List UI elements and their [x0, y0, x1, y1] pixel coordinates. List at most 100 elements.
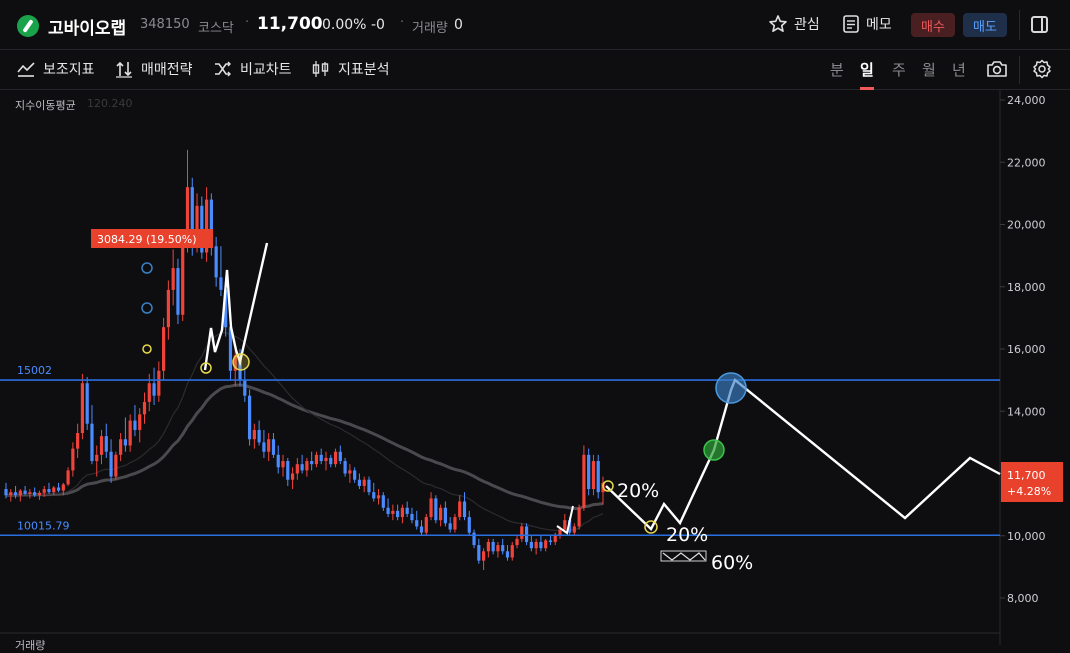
- candle-body: [152, 383, 156, 396]
- candle-body: [243, 380, 247, 396]
- candle-body: [157, 370, 161, 396]
- candle-body: [305, 461, 309, 471]
- candle-body: [128, 420, 132, 446]
- candle-body: [147, 383, 151, 402]
- candle-body: [343, 461, 347, 474]
- toolbar-divider: [1019, 56, 1020, 84]
- volume-value: 0: [454, 17, 463, 33]
- compare-label: 비교차트: [240, 62, 292, 78]
- candle-body: [52, 487, 56, 493]
- candle-body: [563, 520, 567, 530]
- stock-code: 348150: [140, 17, 190, 32]
- strategy-button[interactable]: 매매전략: [114, 59, 193, 79]
- candle-body: [482, 551, 486, 561]
- ema-long-line: [5, 383, 604, 510]
- memo-button[interactable]: 메모: [842, 14, 892, 34]
- candle-body: [587, 454, 591, 490]
- candle-body: [37, 492, 42, 496]
- candle-body: [95, 454, 99, 462]
- marker-circle: [141, 262, 153, 274]
- last-price-label: 11,700: [1007, 469, 1046, 482]
- side-panel-icon[interactable]: [1031, 16, 1048, 33]
- candle-body: [310, 461, 314, 465]
- candle-body: [529, 541, 533, 549]
- compare-button[interactable]: 비교차트: [213, 59, 292, 79]
- candle-body: [267, 439, 271, 452]
- candle-body: [247, 395, 252, 440]
- indicator-chart-icon: [17, 62, 35, 77]
- candle-body: [367, 479, 371, 493]
- candle-body: [123, 439, 127, 446]
- candle-body: [448, 523, 452, 530]
- volume-panel-label: 거래량: [15, 639, 46, 652]
- candle-body: [262, 442, 266, 452]
- timeframe-day[interactable]: 일: [860, 59, 874, 80]
- target-circle: [715, 372, 747, 404]
- price-chart[interactable]: 24,00022,00020,00018,00016,00014,00012,0…: [0, 90, 1070, 645]
- shuffle-icon: [215, 61, 231, 77]
- candle-body: [577, 507, 581, 527]
- volume-label: 거래량: [412, 21, 448, 36]
- sell-button[interactable]: 매도: [963, 13, 1007, 37]
- candle-body: [18, 490, 22, 496]
- candle-body: [496, 545, 500, 552]
- candle-body: [453, 517, 457, 530]
- candle-body: [181, 240, 185, 315]
- candle-body: [539, 541, 543, 549]
- current-price: 11,700: [257, 14, 323, 34]
- candle-body: [362, 479, 366, 486]
- last-change-label: +4.28%: [1007, 485, 1051, 498]
- candle-body: [119, 439, 123, 455]
- separator-dot: ·: [245, 15, 250, 30]
- y-tick-label: 8,000: [1007, 592, 1039, 605]
- level-label: 10015.79: [17, 519, 70, 532]
- candle-body: [286, 461, 290, 480]
- percent-annotation: 20%: [666, 524, 708, 546]
- candle-body: [491, 541, 495, 552]
- candle-body: [47, 489, 51, 493]
- candle-body: [477, 545, 481, 561]
- buy-button[interactable]: 매수: [911, 13, 955, 37]
- candle-body: [142, 401, 147, 415]
- timeframe-minute[interactable]: 분: [830, 59, 844, 80]
- candle-body: [357, 479, 362, 486]
- candle-body: [544, 540, 548, 549]
- candle-body: [80, 383, 85, 434]
- timeframe-week[interactable]: 주: [892, 59, 906, 80]
- candle-body: [386, 507, 390, 514]
- projection-line: [605, 378, 1001, 531]
- memo-label: 메모: [866, 17, 892, 33]
- watchlist-button[interactable]: 관심: [768, 14, 820, 34]
- candle-body: [219, 277, 223, 290]
- candle-body: [372, 492, 376, 499]
- star-icon: [769, 15, 787, 32]
- candle-body: [166, 289, 170, 328]
- candle-body: [104, 436, 108, 452]
- candle-body: [505, 551, 510, 558]
- candle-body: [329, 457, 333, 465]
- candle-body: [467, 517, 471, 533]
- camera-icon[interactable]: [986, 59, 1008, 79]
- candle-body: [300, 464, 304, 471]
- candle-body: [419, 526, 424, 533]
- candle-body: [9, 492, 13, 496]
- candle-body: [85, 383, 89, 424]
- level-label: 15002: [17, 364, 52, 377]
- candle-body: [109, 451, 113, 477]
- timeframe-month[interactable]: 월: [922, 59, 936, 80]
- analysis-button[interactable]: 지표분석: [311, 59, 390, 79]
- indicators-button[interactable]: 보조지표: [16, 59, 95, 79]
- candle-body: [61, 484, 65, 491]
- candle-body: [99, 436, 104, 455]
- indicator-value: 120.240: [87, 97, 133, 110]
- gear-icon[interactable]: [1032, 59, 1052, 79]
- drawings: [141, 242, 1001, 562]
- candle-body: [391, 510, 395, 514]
- candle-body: [458, 501, 462, 518]
- candle-body: [434, 498, 438, 521]
- y-tick-label: 10,000: [1007, 530, 1046, 543]
- timeframe-year[interactable]: 년: [952, 59, 966, 80]
- candle-body: [257, 429, 261, 443]
- y-axis-ticks: 24,00022,00020,00018,00016,00014,00012,0…: [1000, 94, 1046, 605]
- callout-text: 3084.29 (19.50%): [97, 233, 197, 246]
